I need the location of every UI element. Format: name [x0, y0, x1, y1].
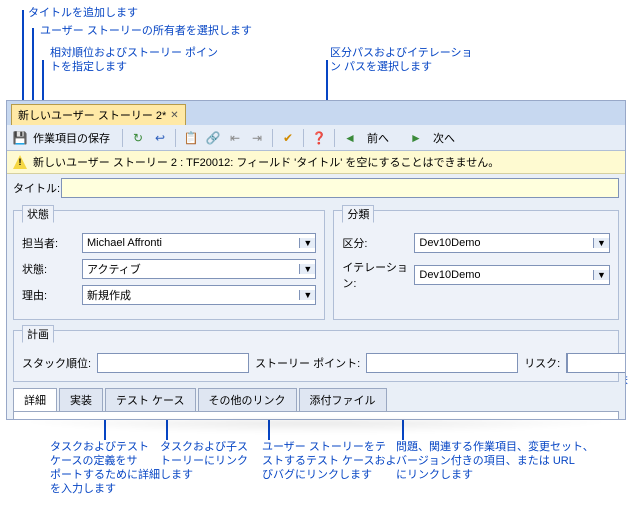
tab-detail[interactable]: 詳細: [13, 388, 57, 411]
detail-area: 承認基準を含む説明: 履歴:: [13, 412, 619, 420]
title-row: タイトル:: [13, 178, 619, 198]
save-label: 作業項目の保存: [33, 130, 110, 146]
window-shadow: [6, 420, 626, 434]
risk-value[interactable]: [567, 353, 626, 373]
iteration-value[interactable]: [415, 269, 593, 281]
subtab-strip: 詳細 実装 テスト ケース その他のリンク 添付ファイル: [13, 388, 619, 412]
chevron-down-icon[interactable]: ▼: [299, 238, 315, 248]
plan-group-title: 計画: [22, 325, 54, 343]
callout-owner: ユーザー ストーリーの所有者を選択します: [40, 24, 252, 38]
check-icon[interactable]: ✔: [279, 129, 297, 147]
story-points-label: ストーリー ポイント:: [255, 355, 360, 371]
assignee-value[interactable]: [83, 237, 299, 249]
chevron-down-icon[interactable]: ▼: [299, 264, 315, 274]
assignee-label: 担当者:: [22, 235, 82, 251]
undo-icon[interactable]: ↩: [151, 129, 169, 147]
reason-label: 理由:: [22, 287, 82, 303]
iteration-combo[interactable]: ▼: [414, 265, 610, 285]
area-value[interactable]: [415, 237, 593, 249]
callout-title: タイトルを追加します: [28, 6, 138, 20]
warning-icon: !: [13, 155, 27, 169]
copy-icon[interactable]: 📋: [182, 129, 200, 147]
stack-rank-input[interactable]: [97, 353, 249, 373]
title-label: タイトル:: [13, 180, 61, 196]
status-label: 状態:: [22, 261, 82, 277]
reason-value[interactable]: [83, 289, 299, 301]
callout-rank: 相対順位およびストーリー ポイン トを指定します: [50, 46, 218, 74]
save-icon[interactable]: 💾: [11, 129, 29, 147]
chevron-down-icon[interactable]: ▼: [299, 290, 315, 300]
chevron-down-icon[interactable]: ▼: [593, 270, 609, 280]
area-label: 区分:: [342, 235, 414, 251]
work-item-window: 新しいユーザー ストーリー 2* ✕ 💾 作業項目の保存 ↻ ↩ 📋 🔗 ⇤ ⇥…: [6, 100, 626, 420]
area-combo[interactable]: ▼: [414, 233, 610, 253]
document-tab[interactable]: 新しいユーザー ストーリー 2* ✕: [11, 104, 186, 125]
tab-implementation[interactable]: 実装: [59, 388, 103, 411]
tab-other-links[interactable]: その他のリンク: [198, 388, 297, 411]
status-group-title: 状態: [22, 205, 54, 223]
status-group: 状態 担当者: ▼ 状態: ▼ 理由:: [13, 210, 325, 320]
assignee-combo[interactable]: ▼: [82, 233, 316, 253]
form-body: タイトル: 状態 担当者: ▼ 状態: ▼: [7, 174, 625, 420]
document-tab-strip: 新しいユーザー ストーリー 2* ✕: [7, 101, 625, 125]
risk-combo[interactable]: ▼: [566, 353, 626, 373]
story-points-input[interactable]: [366, 353, 518, 373]
callout-task-child: タスクおよび子ス トーリーにリンク します: [160, 440, 248, 482]
risk-label: リスク:: [524, 355, 560, 371]
status-value[interactable]: [83, 263, 299, 275]
status-combo[interactable]: ▼: [82, 259, 316, 279]
toolbar: 💾 作業項目の保存 ↻ ↩ 📋 🔗 ⇤ ⇥ ✔ ❓ ◄ 前へ ► 次へ: [7, 125, 625, 151]
validation-warning: ! 新しいユーザー ストーリー 2 : TF20012: フィールド 'タイトル…: [7, 151, 625, 174]
prev-label[interactable]: 前へ: [367, 130, 389, 146]
reason-combo[interactable]: ▼: [82, 285, 316, 305]
next-icon[interactable]: ►: [407, 129, 425, 147]
outdent-icon[interactable]: ⇤: [226, 129, 244, 147]
callout-detail-input: タスクおよびテスト ケースの定義をサ ポートするために詳細 を入力します: [50, 440, 160, 496]
chevron-down-icon[interactable]: ▼: [593, 238, 609, 248]
link-icon[interactable]: 🔗: [204, 129, 222, 147]
stack-rank-label: スタック順位:: [22, 355, 91, 371]
next-label[interactable]: 次へ: [433, 130, 455, 146]
tab-attachments[interactable]: 添付ファイル: [299, 388, 387, 411]
title-input[interactable]: [61, 178, 619, 198]
tab-label: 新しいユーザー ストーリー 2*: [18, 107, 166, 123]
callout-related: 問題、関連する作業項目、変更セット、 バージョン付きの項目、または URL にリ…: [396, 440, 594, 482]
plan-group: 計画 スタック順位: ストーリー ポイント: リスク: ▼: [13, 330, 619, 382]
callout-test-case: ユーザー ストーリーをテ ストするテスト ケースおよ びバグにリンクします: [262, 440, 397, 482]
close-icon[interactable]: ✕: [170, 110, 178, 121]
prev-icon[interactable]: ◄: [341, 129, 359, 147]
indent-icon[interactable]: ⇥: [248, 129, 266, 147]
tab-testcase[interactable]: テスト ケース: [105, 388, 196, 411]
callout-area-iter: 区分パスおよびイテレーショ ン パスを選択します: [330, 46, 473, 74]
iteration-label: イテレーション:: [342, 259, 414, 291]
warning-text: 新しいユーザー ストーリー 2 : TF20012: フィールド 'タイトル' …: [33, 154, 499, 170]
help-icon[interactable]: ❓: [310, 129, 328, 147]
classification-group-title: 分類: [342, 205, 374, 223]
classification-group: 分類 区分: ▼ イテレーション: ▼: [333, 210, 619, 320]
refresh-icon[interactable]: ↻: [129, 129, 147, 147]
